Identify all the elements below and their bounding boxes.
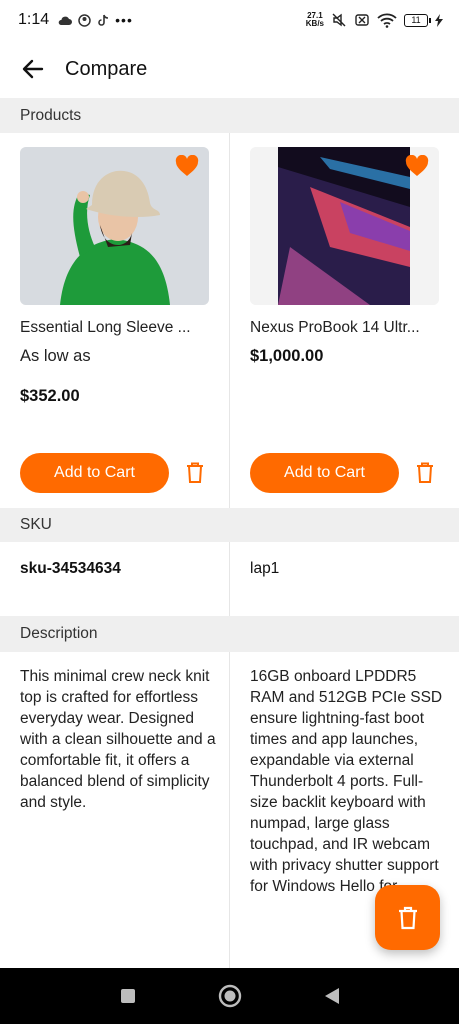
product-card-1: Essential Long Sleeve ... As low as $352… [0,133,229,508]
price-prefix-1: As low as [20,347,91,365]
mute-icon [332,13,346,27]
add-to-cart-button-2[interactable]: Add to Cart [250,453,399,493]
back-button[interactable] [5,43,61,95]
section-header-sku: SKU [0,508,459,542]
sku-cell-1: sku-34534634 [0,542,229,616]
sku-value-1: sku-34534634 [20,560,121,577]
trash-icon [187,462,203,483]
back-nav-icon[interactable] [324,987,340,1005]
clear-compare-button[interactable] [375,885,440,950]
network-speed-unit: KB/s [305,19,324,28]
cloud-icon [58,16,73,25]
home-icon[interactable] [218,984,242,1008]
arrow-left-icon [22,59,44,79]
charging-icon [435,13,443,27]
description-cell-1: This minimal crew neck knit top is craft… [0,652,229,968]
battery-level: 11 [411,15,421,25]
trash-icon [417,462,433,483]
product-name-1[interactable]: Essential Long Sleeve ... [20,319,215,337]
product-card-2: Nexus ProBook 14 Ultr... $1,000.00 Add t… [230,133,459,508]
description-text-2: 16GB onboard LPDDR5 RAM and 512GB PCIe S… [250,668,443,895]
page-title: Compare [65,57,148,80]
section-header-products: Products [0,98,459,133]
status-notification-icons: ••• [57,12,133,28]
recents-icon[interactable] [120,988,136,1004]
remove-product-button-2[interactable] [411,459,439,487]
status-time: 1:14 [18,11,50,28]
product-image-1[interactable] [20,147,209,305]
more-dots-icon: ••• [115,12,133,28]
trash-icon [398,906,417,929]
heart-icon[interactable] [175,155,199,177]
product-image-2[interactable] [250,147,439,305]
tiktok-icon [98,14,109,26]
product-price-2: $1,000.00 [250,347,324,365]
system-nav-bar [0,968,459,1024]
section-header-description: Description [0,616,459,652]
product-price-1: $352.00 [20,387,80,405]
sku-cell-2: lap1 [230,542,459,616]
description-text-1: This minimal crew neck knit top is craft… [20,668,216,811]
no-sim-icon [355,14,369,26]
remove-product-button-1[interactable] [181,459,209,487]
app-bar: Compare [0,40,459,98]
heart-icon[interactable] [405,155,429,177]
add-to-cart-button-1[interactable]: Add to Cart [20,453,169,493]
product-name-2[interactable]: Nexus ProBook 14 Ultr... [250,319,445,337]
sku-value-2: lap1 [250,560,280,577]
network-speed: 27.1 KB/s [306,12,324,28]
status-bar: 1:14 ••• 27.1 KB/s 11 [0,0,459,40]
battery-icon: 11 [404,13,431,27]
face-icon [78,13,91,27]
wifi-icon [377,13,397,28]
status-system-icons: 27.1 KB/s 11 [306,12,443,28]
